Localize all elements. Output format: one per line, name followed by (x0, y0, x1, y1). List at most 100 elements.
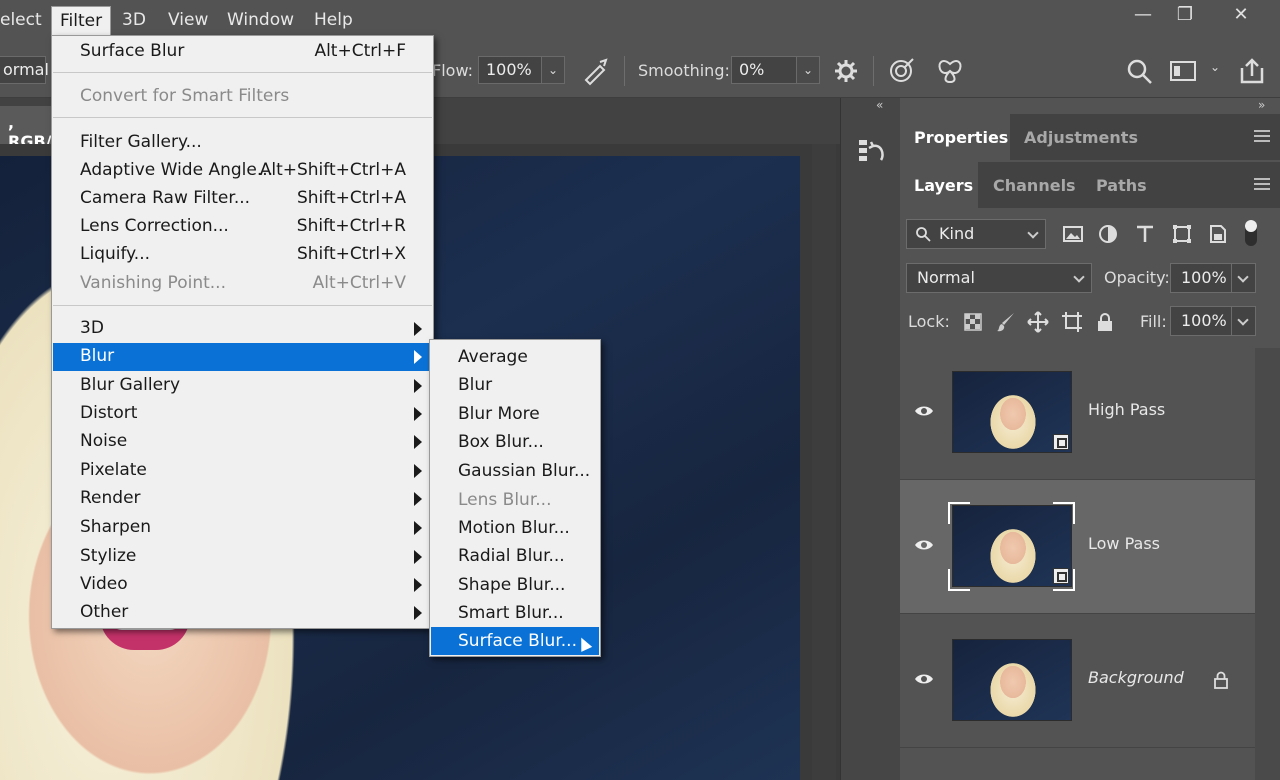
symmetry-icon[interactable] (935, 56, 965, 86)
menu-item-distort[interactable]: Distort (53, 400, 432, 428)
filter-toggle[interactable] (1245, 220, 1257, 246)
submenu-item-gaussian-blur[interactable]: Gaussian Blur... (431, 457, 599, 485)
submenu-item-surface-blur[interactable]: Surface Blur... (431, 627, 599, 655)
smoothing-dropdown-button[interactable]: ⌄ (796, 56, 820, 84)
menu-item-sharpen[interactable]: Sharpen (53, 514, 432, 542)
flow-dropdown-button[interactable]: ⌄ (541, 56, 565, 84)
mode-field[interactable]: ormal (0, 56, 49, 84)
kind-filter-dropdown[interactable]: Kind (906, 219, 1046, 249)
menu-item-label: Liquify... (80, 244, 151, 264)
workspace-icon[interactable] (1168, 56, 1198, 86)
submenu-item-motion-blur[interactable]: Motion Blur... (431, 514, 599, 542)
chevron-down-icon[interactable]: ⌄ (1210, 60, 1220, 74)
lock-artboard-icon[interactable] (1060, 310, 1084, 334)
adjustment-layer-filter-icon[interactable] (1096, 222, 1120, 246)
layers-tab-bar: Layers Channels Paths (900, 162, 1280, 208)
menu-item-stylize[interactable]: Stylize (53, 543, 432, 571)
menu-item-shortcut: Shift+Ctrl+X (296, 244, 406, 264)
menu-select[interactable]: elect (0, 10, 42, 30)
submenu-item-lens-blur[interactable]: Lens Blur... (431, 486, 599, 514)
pressure-opacity-icon[interactable] (886, 56, 916, 86)
eye-icon[interactable] (914, 404, 934, 418)
menu-item-video[interactable]: Video (53, 571, 432, 599)
layer-row[interactable]: Background (900, 614, 1255, 748)
flow-input[interactable]: 100% (478, 56, 542, 84)
submenu-item-smart-blur[interactable]: Smart Blur... (431, 599, 599, 627)
menu-help[interactable]: Help (314, 10, 353, 30)
menu-item-camera-raw-filter[interactable]: Camera Raw Filter... Shift+Ctrl+A (53, 185, 432, 213)
opacity-dropdown-button[interactable] (1231, 263, 1256, 293)
lock-label: Lock: (908, 312, 950, 331)
tab-properties[interactable]: Properties (900, 114, 1010, 160)
menu-item-noise[interactable]: Noise (53, 428, 432, 456)
fill-input[interactable]: 100% (1170, 306, 1232, 336)
menu-separator (53, 72, 432, 74)
pixel-layer-filter-icon[interactable] (1061, 222, 1085, 246)
menu-item-lens-correction[interactable]: Lens Correction... Shift+Ctrl+R (53, 213, 432, 241)
tab-channels[interactable]: Channels (979, 162, 1090, 208)
submenu-item-shape-blur[interactable]: Shape Blur... (431, 571, 599, 599)
submenu-arrow-icon (414, 492, 422, 506)
tab-paths[interactable]: Paths (1082, 162, 1161, 208)
submenu-item-box-blur[interactable]: Box Blur... (431, 428, 599, 456)
canvas-scrollbar[interactable] (812, 144, 836, 780)
filter-menu: Surface Blur Alt+Ctrl+F Convert for Smar… (51, 35, 434, 629)
fill-dropdown-button[interactable] (1231, 306, 1256, 336)
lock-image-pixels-icon[interactable] (994, 310, 1018, 334)
restore-button[interactable]: ❐ (1158, 0, 1212, 30)
search-icon[interactable] (1124, 56, 1154, 86)
submenu-item-average[interactable]: Average (431, 343, 599, 371)
close-button[interactable]: ✕ (1214, 0, 1268, 30)
menu-item-blur-gallery[interactable]: Blur Gallery (53, 372, 432, 400)
menu-item-surface-blur-last[interactable]: Surface Blur Alt+Ctrl+F (53, 38, 432, 66)
menu-item-adaptive-wide-angle[interactable]: Adaptive Wide Angle... Alt+Shift+Ctrl+A (53, 157, 432, 185)
smart-object-filter-icon[interactable] (1206, 222, 1230, 246)
eye-icon[interactable] (914, 672, 934, 686)
lock-all-icon[interactable] (1093, 310, 1117, 334)
menu-item-render[interactable]: Render (53, 485, 432, 513)
menu-3d[interactable]: 3D (122, 10, 146, 30)
chevron-down-icon: ⌄ (547, 63, 559, 77)
submenu-arrow-icon (414, 379, 422, 393)
type-layer-filter-icon[interactable] (1133, 222, 1157, 246)
smoothing-input[interactable]: 0% (731, 56, 797, 84)
opacity-input[interactable]: 100% (1170, 263, 1232, 293)
layer-name: Low Pass (1088, 534, 1160, 553)
lock-icon[interactable] (1214, 671, 1228, 689)
menu-view[interactable]: View (168, 10, 208, 30)
submenu-arrow-icon (414, 322, 422, 336)
menu-filter[interactable]: Filter (51, 6, 112, 36)
eye-icon[interactable] (914, 538, 934, 552)
menu-item-3d[interactable]: 3D (53, 315, 432, 343)
menu-item-liquify[interactable]: Liquify... Shift+Ctrl+X (53, 241, 432, 269)
collapse-left-icon[interactable]: « (876, 98, 883, 112)
lock-position-icon[interactable] (1026, 310, 1050, 334)
blend-mode-dropdown[interactable]: Normal (906, 263, 1092, 293)
menu-window[interactable]: Window (227, 10, 294, 30)
submenu-item-blur-more[interactable]: Blur More (431, 400, 599, 428)
submenu-item-radial-blur[interactable]: Radial Blur... (431, 542, 599, 570)
menu-item-vanishing-point[interactable]: Vanishing Point... Alt+Ctrl+V (53, 270, 432, 298)
layers-scrollbar[interactable] (1255, 348, 1280, 780)
menu-item-filter-gallery[interactable]: Filter Gallery... (53, 129, 432, 157)
menu-item-other[interactable]: Other (53, 599, 432, 627)
menu-item-pixelate[interactable]: Pixelate (53, 457, 432, 485)
panel-menu-icon[interactable] (1254, 178, 1270, 190)
tab-adjustments[interactable]: Adjustments (1010, 114, 1152, 160)
layer-row[interactable]: High Pass (900, 346, 1255, 480)
menu-item-label: Blur (80, 346, 115, 366)
menu-item-convert-smart-filters[interactable]: Convert for Smart Filters (53, 83, 432, 111)
submenu-item-blur[interactable]: Blur (431, 371, 599, 399)
lock-transparent-pixels-icon[interactable] (961, 310, 985, 334)
tab-layers[interactable]: Layers (900, 162, 978, 208)
shape-layer-filter-icon[interactable] (1170, 222, 1194, 246)
share-icon[interactable] (1237, 56, 1267, 86)
gear-icon[interactable] (831, 56, 861, 86)
menu-item-label: Vanishing Point... (80, 273, 226, 293)
menu-item-blur[interactable]: Blur (53, 343, 432, 371)
airbrush-icon[interactable] (580, 56, 610, 86)
history-icon[interactable] (855, 136, 887, 168)
layer-row[interactable]: Low Pass (900, 480, 1255, 614)
collapse-right-icon[interactable]: » (1258, 98, 1265, 112)
panel-menu-icon[interactable] (1254, 130, 1270, 142)
